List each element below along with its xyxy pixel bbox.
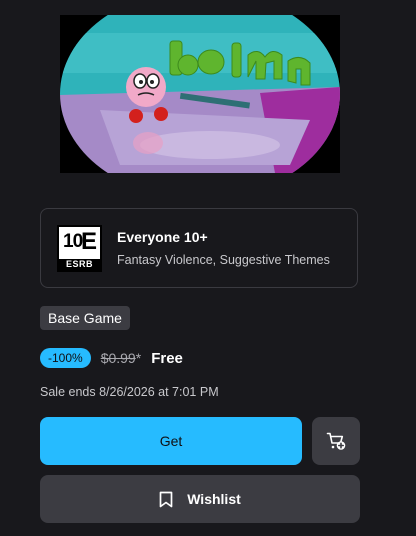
final-price: Free	[151, 349, 183, 367]
product-type-badge: Base Game	[40, 306, 130, 330]
esrb-rating-icon: 10 E ESRB	[57, 225, 102, 272]
esrb-rating-letter: E	[80, 228, 97, 255]
esrb-rating-number: 10	[63, 231, 83, 252]
game-art-image	[60, 15, 340, 173]
get-button[interactable]: Get	[40, 417, 302, 465]
wishlist-label: Wishlist	[187, 491, 241, 507]
sale-end-text: Sale ends 8/26/2026 at 7:01 PM	[40, 385, 219, 399]
product-sidebar: 10 E ESRB Everyone 10+ Fantasy Violence,…	[0, 0, 416, 536]
game-thumbnail	[60, 15, 340, 173]
price-row: -100% $0.99* Free	[40, 347, 183, 369]
rating-descriptors: Fantasy Violence, Suggestive Themes	[117, 253, 330, 267]
esrb-logo-text: ESRB	[59, 259, 100, 270]
original-price-marker: *	[135, 350, 142, 366]
bookmark-icon	[159, 491, 173, 507]
wishlist-button[interactable]: Wishlist	[40, 475, 360, 523]
rating-title: Everyone 10+	[117, 229, 208, 245]
original-price: $0.99*	[101, 350, 142, 366]
original-price-value: $0.99	[100, 350, 136, 366]
age-rating-card: 10 E ESRB Everyone 10+ Fantasy Violence,…	[40, 208, 358, 288]
add-to-cart-icon	[326, 432, 346, 450]
discount-badge: -100%	[40, 348, 91, 368]
add-to-cart-button[interactable]	[312, 417, 360, 465]
